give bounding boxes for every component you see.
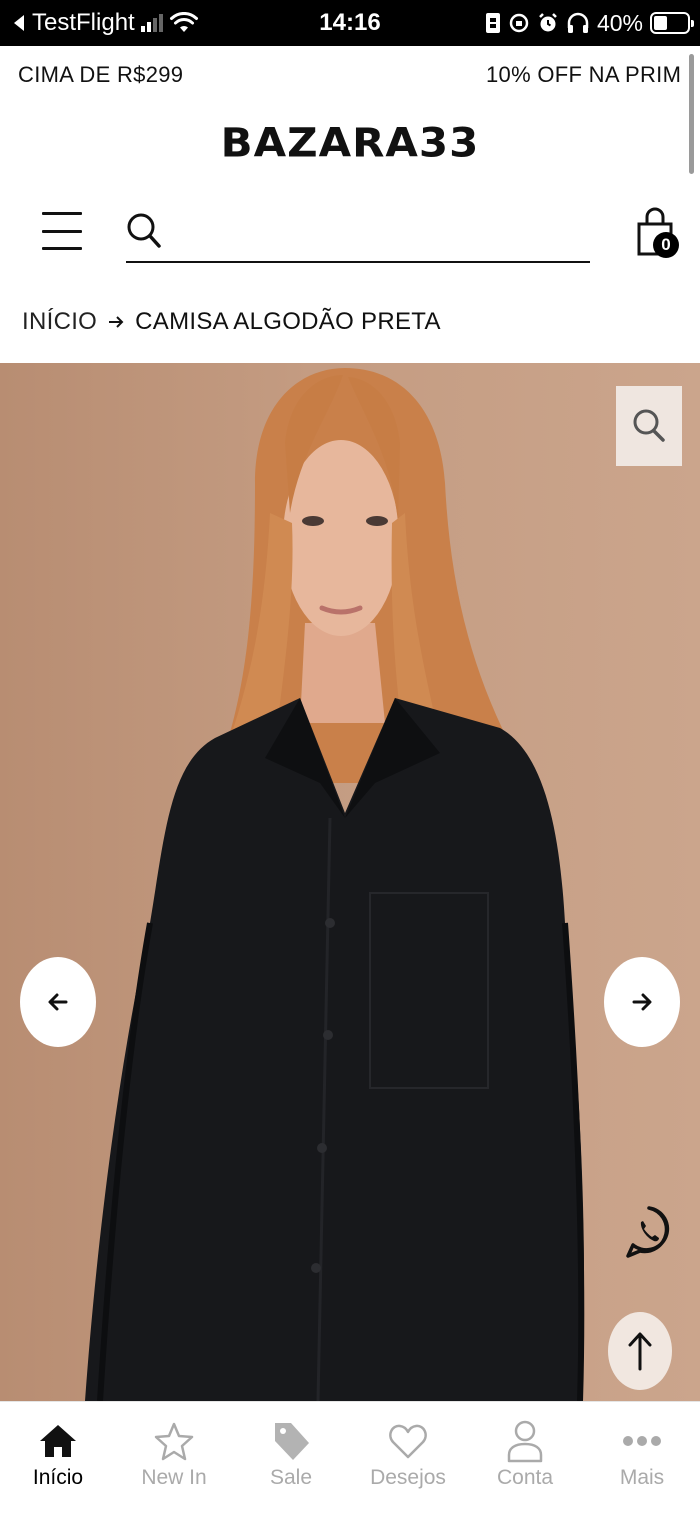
tab-mais[interactable]: Mais [584,1402,700,1515]
status-bar: TestFlight 14:16 40% [0,0,700,46]
tab-label: Desejos [370,1466,446,1489]
arrow-left-icon [48,993,68,1011]
tab-label: Conta [496,1466,554,1489]
battery-percentage: 40% [596,9,643,36]
cart-count-badge: 0 [653,232,679,258]
search-input[interactable] [172,211,582,255]
status-icons: 40% [485,8,694,38]
zoom-search-icon [633,409,665,442]
menu-icon-line [42,212,82,215]
headphones-icon [567,12,589,33]
heart-icon [388,1420,428,1462]
product-image[interactable] [0,363,700,1401]
next-image-button[interactable] [604,957,680,1047]
sim-icon [485,13,500,33]
search-bar[interactable] [126,205,590,263]
search-icon[interactable] [126,211,162,251]
tab-inicio[interactable]: Início [0,1402,116,1515]
whatsapp-icon[interactable] [624,1204,674,1260]
promo-message: 10% OFF NA PRIM [486,62,682,87]
user-icon [505,1420,545,1463]
bottom-tab-bar: Início New In Sale Desejos Conta Mais [0,1401,700,1515]
breadcrumb-home-link[interactable]: INÍCIO [22,308,97,336]
arrow-right-icon [109,316,124,328]
scroll-to-top-button[interactable] [608,1312,672,1390]
tab-label: Mais [619,1466,665,1489]
tab-new-in[interactable]: New In [116,1402,232,1515]
arrow-right-icon [632,993,652,1011]
product-photo [85,368,585,1401]
tag-icon [271,1420,311,1462]
tab-label: Sale [269,1466,313,1489]
menu-icon-line [42,229,82,233]
battery-level [654,16,667,30]
rotation-lock-icon [509,13,529,33]
more-icon [622,1420,662,1462]
tab-conta[interactable]: Conta [467,1402,583,1515]
breadcrumb-current: CAMISA ALGODÃO PRETA [135,308,441,335]
promo-message: CIMA DE R$299 [18,62,184,87]
tab-desejos[interactable]: Desejos [350,1402,466,1515]
alarm-icon [539,13,557,32]
breadcrumb: INÍCIO CAMISA ALGODÃO PRETA [22,308,441,336]
image-zoom-button[interactable] [616,386,682,466]
brand-logo[interactable]: BAZARA33 [0,119,700,166]
star-icon [154,1420,194,1462]
promo-banner: CIMA DE R$299 10% OFF NA PRIM [0,46,700,106]
menu-icon-line [42,247,82,250]
arrow-up-icon [628,1332,652,1371]
previous-image-button[interactable] [20,957,96,1047]
menu-button[interactable] [42,212,82,250]
battery-icon [650,12,694,34]
tab-label: Início [32,1466,84,1489]
tab-label: New In [141,1466,207,1489]
tab-sale[interactable]: Sale [233,1402,349,1515]
home-icon [38,1420,78,1462]
